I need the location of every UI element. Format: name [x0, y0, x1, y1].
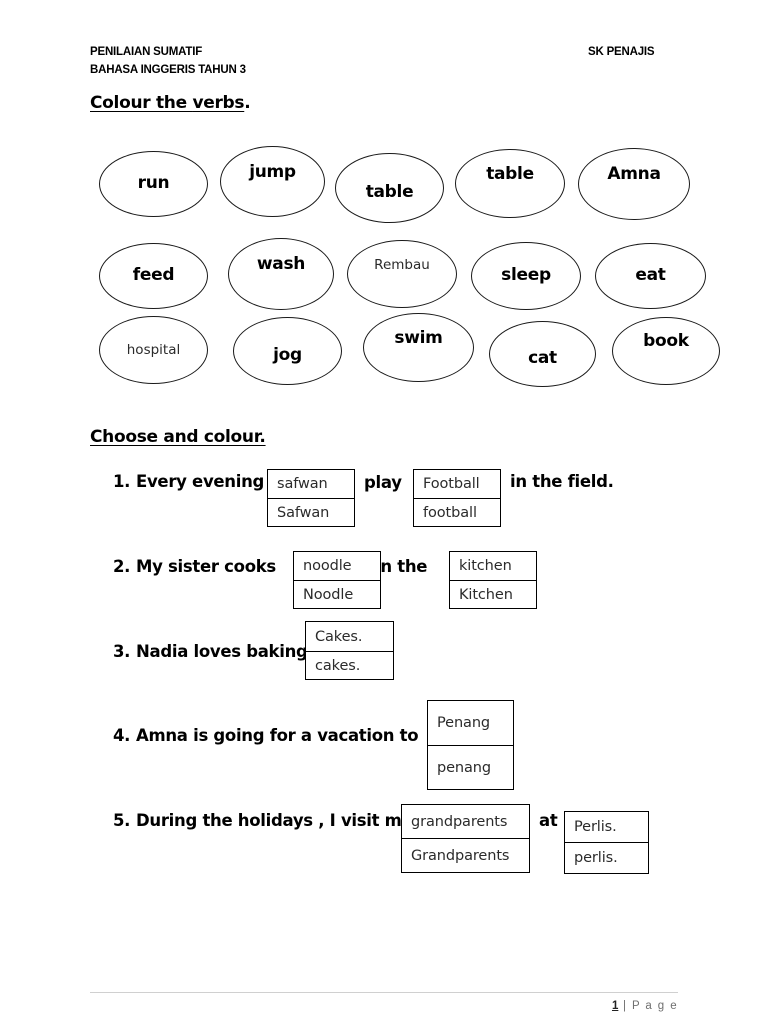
- header-exam-title: PENILAIAN SUMATIF: [90, 46, 203, 58]
- choice-option-top[interactable]: Football: [414, 470, 500, 499]
- word-oval-sleep[interactable]: sleep: [471, 242, 581, 310]
- question-5-text-middle: at: [539, 811, 558, 830]
- word-oval-label: table: [486, 163, 534, 184]
- question-2-number: 2.: [113, 557, 131, 576]
- choice-option-bottom[interactable]: penang: [428, 746, 513, 789]
- choice-option-bottom[interactable]: football: [414, 499, 500, 526]
- word-oval-book[interactable]: book: [612, 317, 720, 385]
- choice-option-top[interactable]: safwan: [268, 470, 354, 499]
- footer-separator: |: [618, 1000, 632, 1012]
- word-oval-label: swim: [394, 327, 443, 348]
- word-oval-label: jump: [249, 161, 296, 182]
- section1-instruction-text: Colour the verbs: [90, 93, 245, 113]
- choice-option-top[interactable]: noodle: [294, 552, 380, 581]
- choice-option-top[interactable]: Penang: [428, 701, 513, 746]
- section1-instruction-suffix: .: [244, 93, 251, 113]
- choice-option-bottom[interactable]: Noodle: [294, 581, 380, 608]
- question-1-text-middle: play: [364, 473, 402, 492]
- word-oval-label: cat: [528, 348, 557, 369]
- section1-instruction-keyword: verbs: [192, 93, 245, 113]
- worksheet-page: PENILAIAN SUMATIF BAHASA INGGERIS TAHUN …: [0, 0, 768, 1024]
- choice-option-top[interactable]: kitchen: [450, 552, 536, 581]
- question-2-choice-box-2[interactable]: kitchen Kitchen: [449, 551, 537, 609]
- question-2-text-before: My sister cooks: [136, 557, 276, 576]
- word-oval-label: Amna: [607, 164, 661, 185]
- word-oval-wash[interactable]: wash: [228, 238, 334, 310]
- choice-option-top[interactable]: grandparents: [402, 805, 529, 839]
- question-5-choice-box-1[interactable]: grandparents Grandparents: [401, 804, 530, 873]
- question-4-text-before: Amna is going for a vacation to: [136, 726, 419, 745]
- word-oval-table-1[interactable]: table: [335, 153, 444, 223]
- section1-instruction: Colour the verbs.: [90, 93, 251, 113]
- question-2-text-middle: in the: [375, 557, 428, 576]
- word-oval-jog[interactable]: jog: [233, 317, 342, 385]
- question-1-text-after: in the field.: [510, 472, 614, 491]
- word-oval-label: book: [643, 331, 689, 352]
- word-oval-hospital[interactable]: hospital: [99, 316, 208, 384]
- word-oval-label: eat: [635, 265, 666, 286]
- choice-option-bottom[interactable]: Kitchen: [450, 581, 536, 608]
- header-school-name: SK PENAJIS: [588, 46, 655, 58]
- question-3-choice-box-1[interactable]: Cakes. cakes.: [305, 621, 394, 680]
- question-3-text-before: Nadia loves baking: [136, 642, 308, 661]
- question-4-number: 4.: [113, 726, 131, 745]
- word-oval-label: hospital: [126, 341, 181, 358]
- word-oval-jump[interactable]: jump: [220, 146, 325, 217]
- footer-page-word: P a g e: [631, 1000, 678, 1012]
- word-oval-label: sleep: [501, 265, 551, 286]
- choice-option-bottom[interactable]: Grandparents: [402, 839, 529, 872]
- choice-option-bottom[interactable]: perlis.: [565, 843, 648, 873]
- word-oval-swim[interactable]: swim: [363, 313, 474, 382]
- word-oval-label: Rembau: [374, 256, 430, 273]
- question-1-choice-box-1[interactable]: safwan Safwan: [267, 469, 355, 527]
- choice-option-top[interactable]: Perlis.: [565, 812, 648, 843]
- question-1-number: 1.: [113, 472, 131, 491]
- section2-instruction-text: Choose and colour.: [90, 427, 266, 447]
- word-oval-eat[interactable]: eat: [595, 243, 706, 309]
- footer-page-indicator: 1 | P a g e: [90, 1000, 678, 1012]
- question-5-number: 5.: [113, 811, 131, 830]
- word-oval-label: run: [137, 173, 170, 194]
- question-5-choice-box-2[interactable]: Perlis. perlis.: [564, 811, 649, 874]
- header-subject-title: BAHASA INGGERIS TAHUN 3: [90, 64, 246, 76]
- question-3-number: 3.: [113, 642, 131, 661]
- section2-instruction: Choose and colour.: [90, 427, 266, 447]
- word-oval-label: table: [365, 182, 414, 203]
- choice-option-top[interactable]: Cakes.: [306, 622, 393, 652]
- question-2-choice-box-1[interactable]: noodle Noodle: [293, 551, 381, 609]
- choice-option-bottom[interactable]: cakes.: [306, 652, 393, 679]
- question-1-choice-box-2[interactable]: Football football: [413, 469, 501, 527]
- choice-option-bottom[interactable]: Safwan: [268, 499, 354, 526]
- word-oval-run[interactable]: run: [99, 151, 208, 217]
- question-5-text-before: During the holidays , I visit my: [136, 811, 413, 830]
- word-oval-table-2[interactable]: table: [455, 149, 565, 218]
- section1-instruction-prefix: Colour the: [90, 93, 193, 113]
- word-oval-label: jog: [273, 345, 302, 366]
- word-oval-rembau[interactable]: Rembau: [347, 240, 457, 308]
- word-oval-label: feed: [132, 265, 175, 286]
- word-oval-amna[interactable]: Amna: [578, 148, 690, 220]
- word-oval-feed[interactable]: feed: [99, 243, 208, 309]
- word-oval-label: wash: [256, 254, 306, 275]
- word-oval-cat[interactable]: cat: [489, 321, 596, 387]
- footer-divider: [90, 992, 678, 993]
- question-4-choice-box-1[interactable]: Penang penang: [427, 700, 514, 790]
- question-1-text-before: Every evening: [136, 472, 265, 491]
